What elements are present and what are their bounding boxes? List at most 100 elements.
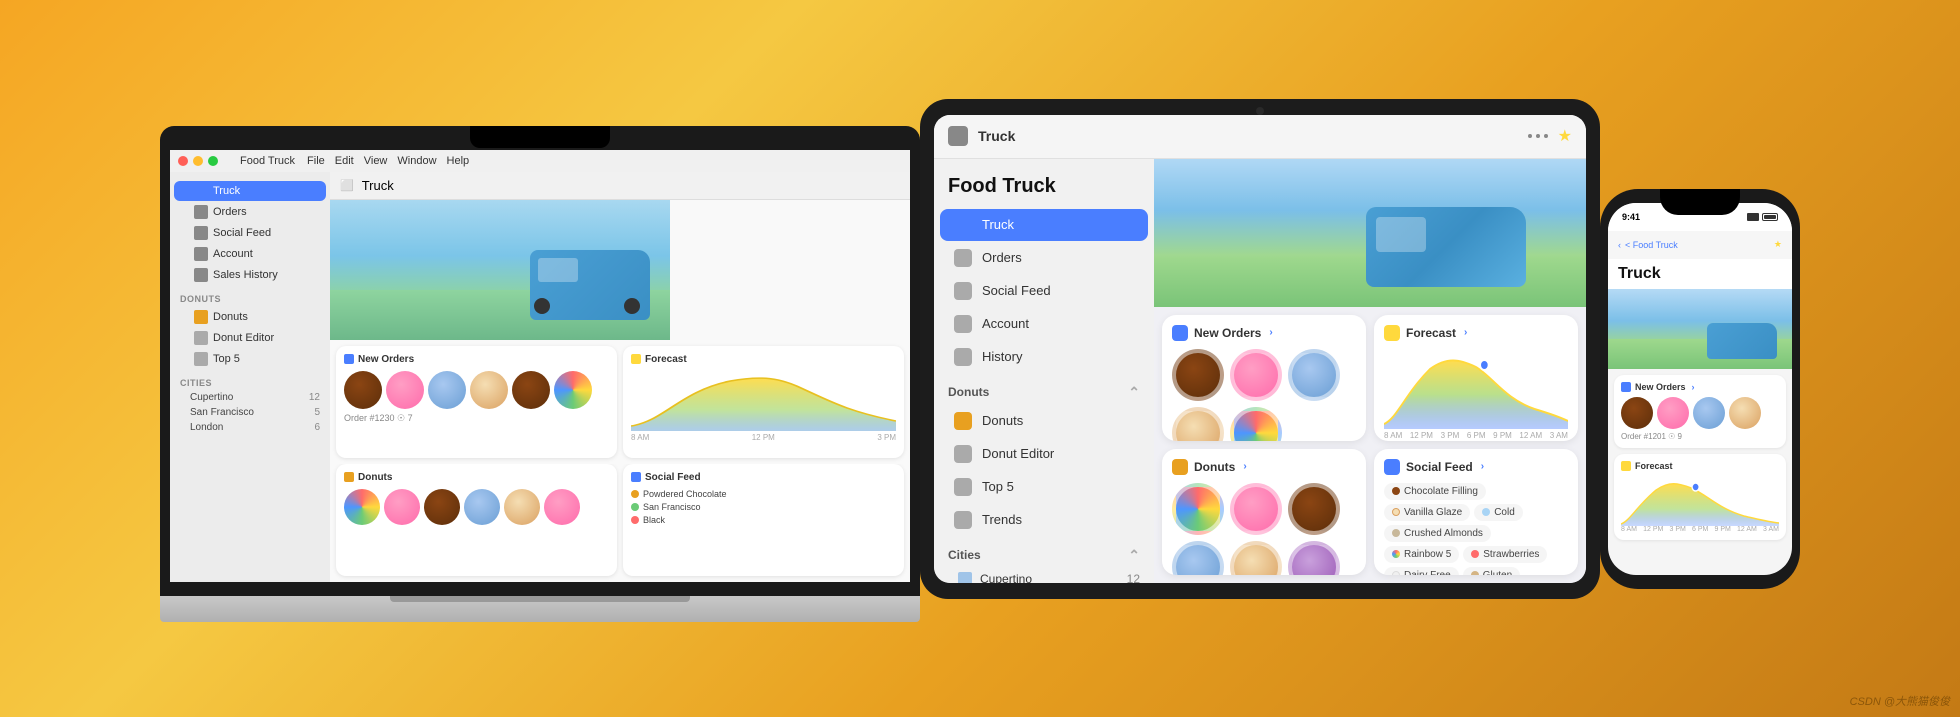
ipad-cities-chevron[interactable]: ⌃ bbox=[1128, 547, 1140, 564]
ipad-forecast-card-label: Forecast bbox=[1406, 326, 1456, 340]
tag-gluten[interactable]: Gluten bbox=[1463, 567, 1520, 575]
ipad-donut-rainbow bbox=[1230, 407, 1282, 441]
tag-chocolate[interactable]: Chocolate Filling bbox=[1384, 483, 1486, 500]
ipad-donuts-section: Donuts ⌃ bbox=[934, 374, 1154, 404]
tag-vanilla[interactable]: Vanilla Glaze bbox=[1384, 504, 1470, 521]
ipad-nav-orders[interactable]: Orders bbox=[940, 242, 1148, 274]
mac-cities-section: Cities bbox=[170, 370, 330, 390]
mac-app: Truck Orders Social Feed Account bbox=[170, 172, 910, 582]
mac-orders-panel: New Orders bbox=[336, 346, 617, 458]
ipad-app-title: Food Truck bbox=[934, 169, 1154, 208]
donut-glazed bbox=[470, 371, 508, 409]
window-controls bbox=[178, 156, 218, 166]
tag-vanilla-label: Vanilla Glaze bbox=[1404, 507, 1462, 518]
mac-screen-inner: Truck Orders Social Feed Account bbox=[170, 172, 910, 582]
mac-donuts-section: Donuts bbox=[170, 286, 330, 306]
ipad-donuts-grid bbox=[1172, 483, 1356, 575]
mac-menu-edit[interactable]: Edit bbox=[335, 155, 354, 167]
ipad-city-cupertino[interactable]: Cupertino 12 bbox=[934, 567, 1154, 583]
tag-strawberries[interactable]: Strawberries bbox=[1463, 546, 1547, 563]
mac-city-cupertino[interactable]: Cupertino 12 bbox=[170, 390, 330, 405]
sidebar-item-history[interactable]: Sales History bbox=[174, 265, 326, 285]
ipad-truck-image bbox=[1366, 207, 1526, 287]
iphone-truck-image bbox=[1707, 323, 1777, 359]
watermark: CSDN @大熊猫俊俊 bbox=[1850, 693, 1950, 709]
mac-menu-window[interactable]: Window bbox=[397, 155, 436, 167]
donut-chocolate bbox=[344, 371, 382, 409]
devices-container: Food Truck File Edit View Window Help Tr… bbox=[0, 0, 1960, 717]
donut-pink3 bbox=[544, 489, 580, 525]
ipad-nav-social[interactable]: Social Feed bbox=[940, 275, 1148, 307]
minimize-button[interactable] bbox=[193, 156, 203, 166]
ipad-nav-donuts[interactable]: Donuts bbox=[940, 405, 1148, 437]
tag-rainbow5[interactable]: Rainbow 5 bbox=[1384, 546, 1459, 563]
ipad-orders-card: New Orders › Order # bbox=[1162, 315, 1366, 441]
tag-dairy-label: Dairy Free bbox=[1404, 570, 1451, 575]
ipad-nav-history[interactable]: History bbox=[940, 341, 1148, 373]
sidebar-item-donut-editor[interactable]: Donut Editor bbox=[174, 328, 326, 348]
ipad-social-chevron[interactable]: › bbox=[1481, 461, 1484, 472]
sidebar-item-top5[interactable]: Top 5 bbox=[174, 349, 326, 369]
tag-dairy[interactable]: Dairy Free bbox=[1384, 567, 1459, 575]
ipad-forecast-chart bbox=[1384, 349, 1568, 429]
mac-menu-bar: Food Truck File Edit View Window Help bbox=[170, 150, 910, 172]
mac-social-text1: Powdered Chocolate bbox=[643, 489, 727, 499]
ipad-forecast-card-header: Forecast › bbox=[1384, 325, 1568, 341]
ipad-cities-section: Cities ⌃ bbox=[934, 537, 1154, 567]
sidebar-item-truck[interactable]: Truck bbox=[174, 181, 326, 201]
iphone-page-title: Truck bbox=[1608, 259, 1792, 289]
ipad-nav-truck[interactable]: Truck bbox=[940, 209, 1148, 241]
ipad-orders-chevron[interactable]: › bbox=[1269, 327, 1272, 338]
sidebar-item-account[interactable]: Account bbox=[174, 244, 326, 264]
iphone-order-info: Order #1201 ☉ 9 bbox=[1621, 432, 1779, 441]
ipad-donut2-purple bbox=[1288, 541, 1340, 575]
mac-city-london[interactable]: London 6 bbox=[170, 420, 330, 435]
iphone-back-label[interactable]: < Food Truck bbox=[1625, 240, 1678, 250]
mac-menu-file[interactable]: File bbox=[307, 155, 325, 167]
iphone-orders-arrow[interactable]: › bbox=[1692, 382, 1695, 392]
ipad-forecast-chevron[interactable]: › bbox=[1464, 327, 1467, 338]
ipad-donuts-card-label: Donuts bbox=[1194, 460, 1235, 474]
ipad-nav-account[interactable]: Account bbox=[940, 308, 1148, 340]
city-sf-count: 5 bbox=[314, 407, 320, 418]
ipad-social-card-label: Social Feed bbox=[1406, 460, 1473, 474]
ipad-sidebar-toggle[interactable] bbox=[948, 126, 968, 146]
sidebar-orders-label: Orders bbox=[213, 206, 247, 218]
mac-menu-help[interactable]: Help bbox=[447, 155, 470, 167]
macbook: Food Truck File Edit View Window Help Tr… bbox=[160, 126, 920, 622]
iphone-back-icon[interactable]: ‹ bbox=[1618, 240, 1621, 250]
tag-almonds[interactable]: Crushed Almonds bbox=[1384, 525, 1491, 542]
ipad-donuts-chevron[interactable]: › bbox=[1243, 461, 1246, 472]
mac-forecast-header: Forecast bbox=[631, 354, 896, 365]
mac-city-sf[interactable]: San Francisco 5 bbox=[170, 405, 330, 420]
iphone-donut-choc bbox=[1621, 397, 1653, 429]
tag-chocolate-label: Chocolate Filling bbox=[1404, 486, 1478, 497]
donut-rainbow2 bbox=[344, 489, 380, 525]
sidebar-item-donuts[interactable]: Donuts bbox=[174, 307, 326, 327]
mac-menu-view[interactable]: View bbox=[364, 155, 388, 167]
ipad-nav-trends[interactable]: Trends bbox=[940, 504, 1148, 536]
ipad-nav-top5[interactable]: Top 5 bbox=[940, 471, 1148, 503]
macbook-screen: Food Truck File Edit View Window Help Tr… bbox=[160, 126, 920, 596]
mac-social-items: Powdered Chocolate San Francisco bbox=[631, 489, 896, 525]
sidebar-donuts-label: Donuts bbox=[213, 311, 248, 323]
donut-pink2 bbox=[384, 489, 420, 525]
ipad-star-button[interactable]: ★ bbox=[1558, 126, 1572, 146]
city-london-label: London bbox=[190, 422, 223, 433]
ipad-donuts-card: Donuts › bbox=[1162, 449, 1366, 575]
iphone-screen: 9:41 ‹ < Food Truck ★ Truck bbox=[1608, 203, 1792, 575]
sidebar-item-social[interactable]: Social Feed bbox=[174, 223, 326, 243]
ipad-donut2-glazed bbox=[1230, 541, 1282, 575]
mac-forecast-panel: Forecast bbox=[623, 346, 904, 458]
mac-social-item-2: San Francisco bbox=[631, 502, 896, 512]
city-cupertino-label: Cupertino bbox=[190, 392, 233, 403]
iphone-star-button[interactable]: ★ bbox=[1774, 239, 1782, 250]
ipad-donuts-chevron[interactable]: ⌃ bbox=[1128, 384, 1140, 401]
city-cupertino-count: 12 bbox=[309, 392, 320, 403]
tag-cold[interactable]: Cold bbox=[1474, 504, 1523, 521]
ipad-nav-editor[interactable]: Donut Editor bbox=[940, 438, 1148, 470]
maximize-button[interactable] bbox=[208, 156, 218, 166]
close-button[interactable] bbox=[178, 156, 188, 166]
iphone: 9:41 ‹ < Food Truck ★ Truck bbox=[1600, 189, 1800, 589]
sidebar-item-orders[interactable]: Orders bbox=[174, 202, 326, 222]
